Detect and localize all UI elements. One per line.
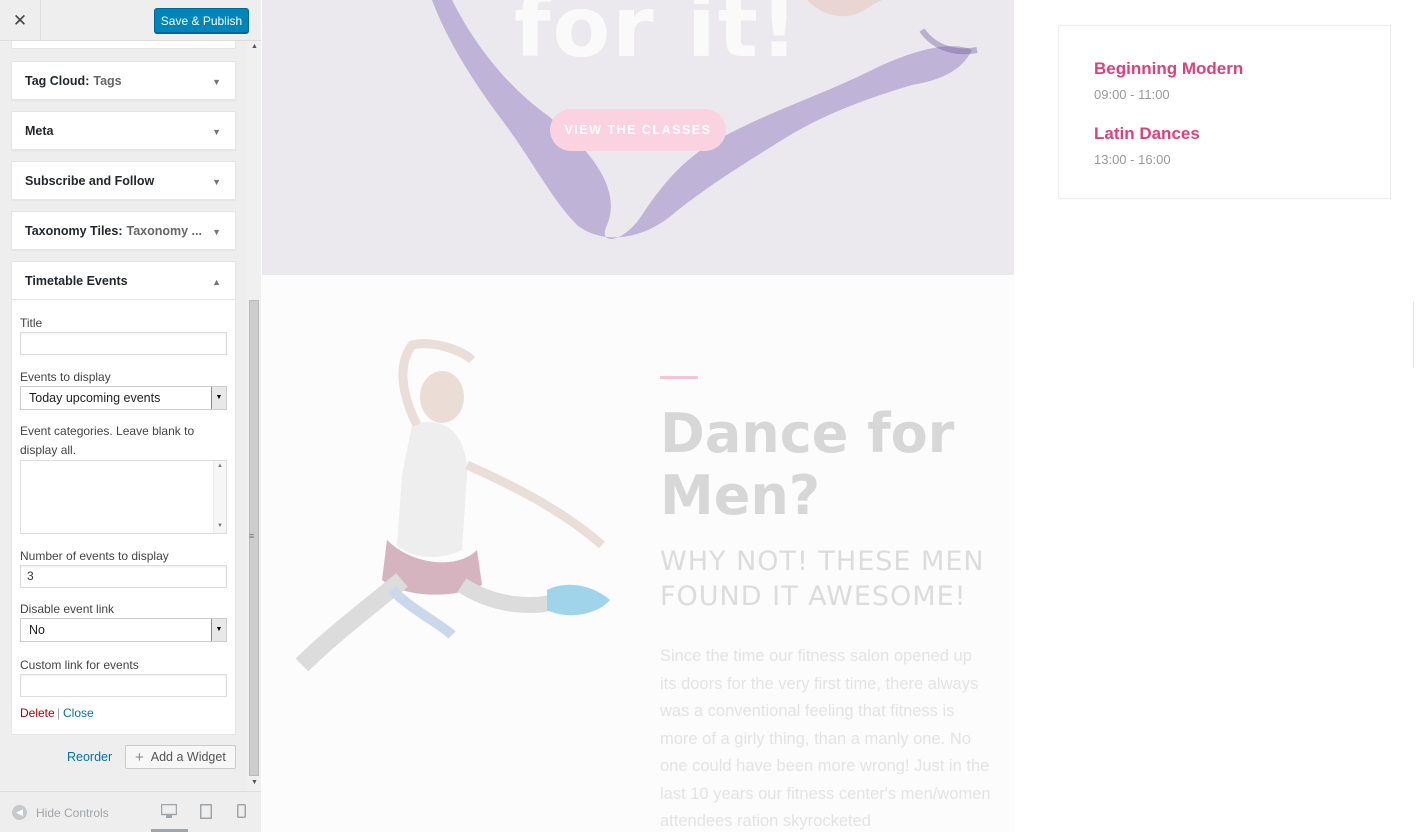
custom-link-label: Custom link for events [20, 658, 139, 672]
events-to-display-label: Events to display [20, 370, 111, 384]
timetable-widget-form: Title Events to display Today upcoming e… [11, 300, 236, 735]
hero-heading: for it! [514, 0, 801, 76]
event-categories-label: Event categories. Leave blank to display… [20, 424, 195, 457]
widget-taxonomy-tiles[interactable]: Taxonomy Tiles: Taxonomy ... ▼ [11, 211, 236, 250]
events-to-display-select[interactable]: Today upcoming events ▼ [20, 386, 227, 410]
customizer-footer: ◀ Hide Controls [0, 791, 261, 832]
title-input[interactable] [20, 332, 227, 355]
desktop-preview-icon[interactable] [161, 804, 177, 818]
close-customizer-button[interactable]: ✕ [0, 0, 41, 41]
expand-arrow-icon[interactable]: ▼ [212, 227, 221, 237]
widget-subscribe-follow[interactable]: Subscribe and Follow ▼ [11, 161, 236, 200]
mobile-preview-icon[interactable] [237, 804, 246, 818]
preview-edge-handle [1413, 302, 1419, 368]
title-label: Title [20, 316, 43, 330]
event-categories-textarea[interactable]: ▲ ▼ [20, 460, 227, 534]
events-to-display-value: Today upcoming events [29, 391, 161, 405]
widget-instance-title: Taxonomy ... [126, 223, 202, 238]
add-widget-button[interactable]: + Add a Widget [125, 745, 236, 769]
reorder-widgets-link[interactable]: Reorder [67, 750, 112, 764]
customizer-sidebar: ✕ Save & Publish Tag Cloud: Tags ▼ Meta ▼… [0, 0, 261, 832]
section-body-text: Since the time our fitness salon opened … [660, 647, 991, 830]
link-separator: | [57, 706, 61, 720]
widget-title: Subscribe and Follow [25, 173, 155, 188]
customizer-header: ✕ Save & Publish [0, 0, 261, 41]
widget-tag-cloud[interactable]: Tag Cloud: Tags ▼ [11, 61, 236, 100]
expand-arrow-icon[interactable]: ▼ [212, 77, 221, 87]
textarea-scrollbar[interactable]: ▲ ▼ [213, 461, 226, 533]
scroll-down-icon[interactable]: ▼ [217, 523, 223, 529]
scroll-down-icon[interactable]: ▼ [251, 779, 258, 786]
add-widget-label: Add a Widget [150, 750, 226, 764]
collapse-icon: ◀ [12, 805, 27, 820]
section-subtitle: WHY NOT! THESE MEN FOUND IT AWESOME! [660, 546, 985, 612]
widget-meta[interactable]: Meta ▼ [11, 111, 236, 150]
tablet-preview-icon[interactable] [200, 804, 212, 819]
hero-banner: for it! VIEW THE CLASSES [262, 0, 1014, 275]
hide-controls-button[interactable]: ◀ Hide Controls [12, 805, 109, 820]
close-icon: ✕ [12, 10, 28, 30]
close-widget-link[interactable]: Close [63, 706, 94, 720]
section-title: Dance for Men? [660, 402, 955, 527]
event-title[interactable]: Beginning Modern [1094, 59, 1243, 79]
scrollbar-grip-icon: ≡ [249, 531, 255, 541]
collapse-arrow-icon[interactable]: ▲ [212, 277, 221, 287]
disable-event-link-value: No [29, 623, 45, 637]
disable-event-link-label: Disable event link [20, 602, 115, 616]
sidebar-scrollbar[interactable]: ▲ ≡ ▼ [247, 41, 261, 791]
save-publish-button[interactable]: Save & Publish [154, 8, 249, 33]
widget-timetable-events[interactable]: Timetable Events ▲ [11, 261, 236, 300]
widget-title: Meta [25, 123, 54, 138]
scroll-up-icon[interactable]: ▲ [217, 463, 223, 469]
dance-for-men-section: Dance for Men? WHY NOT! THESE MEN FOUND … [262, 275, 1014, 832]
view-classes-button[interactable]: VIEW THE CLASSES [550, 109, 726, 151]
widget-previous-edge [11, 41, 236, 49]
hide-controls-label: Hide Controls [36, 805, 109, 820]
widgets-panel: Tag Cloud: Tags ▼ Meta ▼ Subscribe and Fo… [0, 41, 247, 791]
number-of-events-label: Number of events to display [20, 549, 169, 563]
event-time: 09:00 - 11:00 [1094, 87, 1170, 102]
plus-icon: + [135, 748, 144, 766]
event-title[interactable]: Latin Dances [1094, 124, 1200, 144]
widget-instance-title: Tags [93, 73, 122, 88]
site-preview: for it! VIEW THE CLASSES Dance for Men? … [262, 0, 1419, 832]
expand-arrow-icon[interactable]: ▼ [212, 127, 221, 137]
disable-event-link-select[interactable]: No ▼ [20, 618, 227, 642]
number-of-events-input[interactable]: 3 [20, 565, 227, 588]
widget-title: Timetable Events [25, 273, 128, 288]
widget-title: Tag Cloud [25, 73, 86, 88]
timetable-events-widget: Beginning Modern 09:00 - 11:00 Latin Dan… [1058, 25, 1391, 199]
scroll-up-icon[interactable]: ▲ [251, 43, 258, 50]
custom-link-input[interactable] [20, 674, 227, 697]
event-time: 13:00 - 16:00 [1094, 152, 1171, 167]
expand-arrow-icon[interactable]: ▼ [212, 177, 221, 187]
dropdown-arrow-icon[interactable]: ▼ [211, 619, 226, 641]
male-dancer-image [295, 339, 610, 672]
dropdown-arrow-icon[interactable]: ▼ [211, 387, 226, 409]
delete-widget-link[interactable]: Delete [20, 706, 55, 720]
widget-title: Taxonomy Tiles [25, 223, 119, 238]
accent-divider [660, 376, 698, 379]
